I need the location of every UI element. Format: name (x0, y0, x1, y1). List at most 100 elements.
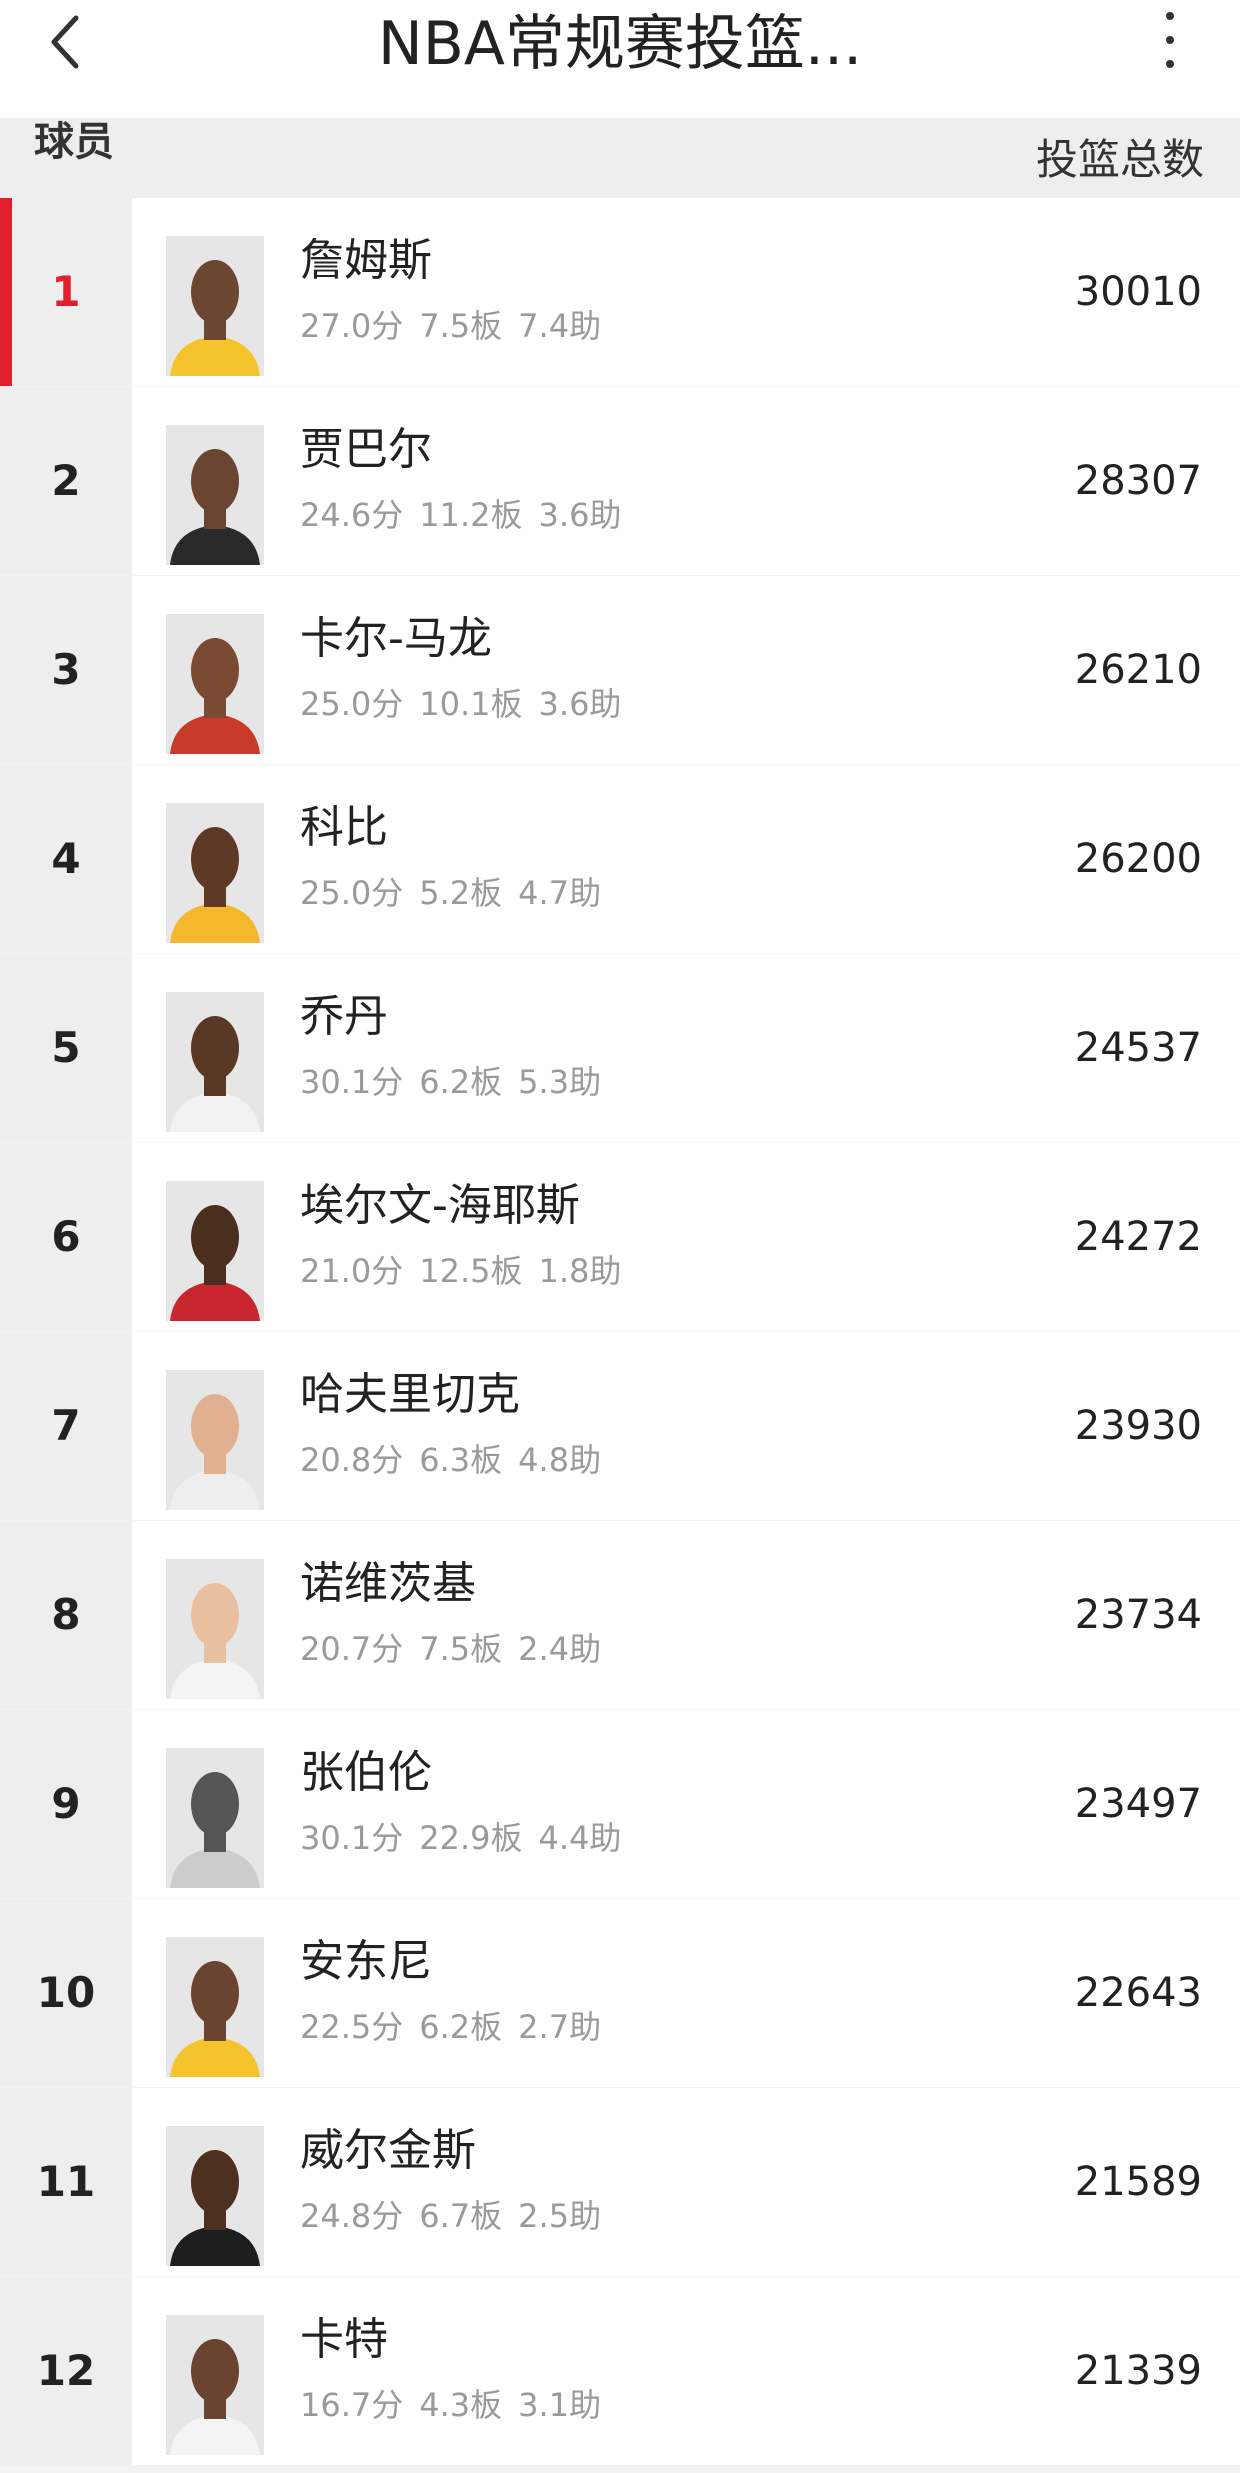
shot-total: 26200 (1074, 836, 1202, 882)
more-vertical-icon[interactable] (1150, 8, 1190, 80)
rebounds-stat: 6.2板 (419, 2008, 503, 2046)
list-header: 球员 投篮总数 (0, 118, 1240, 198)
player-name: 贾巴尔 (300, 424, 432, 475)
player-card[interactable]: 科比 25.0分 5.2板 4.7助 26200 (132, 765, 1240, 953)
player-row[interactable]: 3 卡尔-马龙 25.0分 10.1板 3.6助 26210 (0, 576, 1240, 766)
player-name: 张伯伦 (300, 1747, 432, 1798)
player-row[interactable]: 11 威尔金斯 24.8分 6.7板 2.5助 21589 (0, 2088, 1240, 2278)
points-stat: 27.0分 (300, 307, 404, 345)
player-name: 乔丹 (300, 991, 388, 1042)
assists-stat: 4.8助 (518, 1441, 602, 1479)
player-card[interactable]: 威尔金斯 24.8分 6.7板 2.5助 21589 (132, 2088, 1240, 2276)
assists-stat: 3.6助 (538, 685, 622, 723)
rank-number: 4 (51, 834, 81, 883)
player-row[interactable]: 1 詹姆斯 27.0分 7.5板 7.4助 30010 (0, 198, 1240, 388)
points-stat: 30.1分 (300, 1063, 404, 1101)
player-card[interactable]: 詹姆斯 27.0分 7.5板 7.4助 30010 (132, 198, 1240, 386)
page-title: NBA常规赛投篮... (377, 9, 863, 79)
player-row[interactable]: 12 卡特 16.7分 4.3板 3.1助 21339 (0, 2277, 1240, 2467)
player-stats: 30.1分 6.2板 5.3助 (300, 1062, 617, 1102)
rank-cell: 3 (0, 576, 132, 764)
rank-cell: 4 (0, 765, 132, 953)
player-column-header: 球员 (34, 119, 114, 165)
player-row[interactable]: 7 哈夫里切克 20.8分 6.3板 4.8助 23930 (0, 1332, 1240, 1522)
points-stat: 22.5分 (300, 2008, 404, 2046)
player-row[interactable]: 9 张伯伦 30.1分 22.9板 4.4助 23497 (0, 1710, 1240, 1900)
shot-total: 22643 (1074, 1970, 1202, 2016)
player-avatar[interactable] (166, 1937, 264, 2077)
rank-number: 7 (51, 1401, 81, 1450)
player-row[interactable]: 5 乔丹 30.1分 6.2板 5.3助 24537 (0, 954, 1240, 1144)
player-name: 卡特 (300, 2314, 388, 2365)
rebounds-stat: 6.7板 (419, 2197, 503, 2235)
rebounds-stat: 6.2板 (419, 1063, 503, 1101)
rank-number: 10 (36, 1968, 96, 2017)
rebounds-stat: 6.3板 (419, 1441, 503, 1479)
shot-total: 21339 (1074, 2348, 1202, 2394)
points-stat: 24.8分 (300, 2197, 404, 2235)
player-stats: 30.1分 22.9板 4.4助 (300, 1818, 637, 1858)
assists-stat: 2.4助 (518, 1630, 602, 1668)
player-card[interactable]: 卡特 16.7分 4.3板 3.1助 21339 (132, 2277, 1240, 2465)
player-avatar[interactable] (166, 2315, 264, 2455)
player-card[interactable]: 卡尔-马龙 25.0分 10.1板 3.6助 26210 (132, 576, 1240, 764)
player-avatar[interactable] (166, 803, 264, 943)
player-avatar[interactable] (166, 1559, 264, 1699)
player-avatar[interactable] (166, 425, 264, 565)
total-column-header[interactable]: 投篮总数 (1036, 130, 1204, 190)
points-stat: 21.0分 (300, 1252, 404, 1290)
player-avatar[interactable] (166, 992, 264, 1132)
player-card[interactable]: 安东尼 22.5分 6.2板 2.7助 22643 (132, 1899, 1240, 2087)
player-name: 詹姆斯 (300, 235, 432, 286)
player-card[interactable]: 哈夫里切克 20.8分 6.3板 4.8助 23930 (132, 1332, 1240, 1520)
rebounds-stat: 7.5板 (419, 307, 503, 345)
shot-total: 24537 (1074, 1025, 1202, 1071)
assists-stat: 3.1助 (518, 2386, 602, 2424)
player-name: 哈夫里切克 (300, 1369, 520, 1420)
rebounds-stat: 5.2板 (419, 874, 503, 912)
rank-number: 5 (51, 1023, 81, 1072)
player-stats: 21.0分 12.5板 1.8助 (300, 1251, 637, 1291)
player-stats: 24.6分 11.2板 3.6助 (300, 495, 637, 535)
assists-stat: 3.6助 (538, 496, 622, 534)
rebounds-stat: 22.9板 (419, 1819, 523, 1857)
player-avatar[interactable] (166, 1748, 264, 1888)
player-stats: 24.8分 6.7板 2.5助 (300, 2196, 617, 2236)
rank-cell: 9 (0, 1710, 132, 1898)
player-stats: 25.0分 5.2板 4.7助 (300, 873, 617, 913)
player-card[interactable]: 贾巴尔 24.6分 11.2板 3.6助 28307 (132, 387, 1240, 575)
player-avatar[interactable] (166, 2126, 264, 2266)
points-stat: 30.1分 (300, 1819, 404, 1857)
player-stats: 27.0分 7.5板 7.4助 (300, 306, 617, 346)
player-row[interactable]: 2 贾巴尔 24.6分 11.2板 3.6助 28307 (0, 387, 1240, 577)
player-avatar[interactable] (166, 1181, 264, 1321)
shot-total: 28307 (1074, 458, 1202, 504)
player-row[interactable]: 6 埃尔文-海耶斯 21.0分 12.5板 1.8助 24272 (0, 1143, 1240, 1333)
points-stat: 20.8分 (300, 1441, 404, 1479)
player-stats: 25.0分 10.1板 3.6助 (300, 684, 637, 724)
assists-stat: 2.5助 (518, 2197, 602, 2235)
assists-stat: 4.4助 (538, 1819, 622, 1857)
player-row[interactable]: 8 诺维茨基 20.7分 7.5板 2.4助 23734 (0, 1521, 1240, 1711)
player-avatar[interactable] (166, 236, 264, 376)
rebounds-stat: 12.5板 (419, 1252, 523, 1290)
rank-number: 9 (51, 1779, 81, 1828)
shot-total: 23734 (1074, 1592, 1202, 1638)
points-stat: 25.0分 (300, 685, 404, 723)
rank-number: 3 (51, 645, 81, 694)
rank-number: 11 (36, 2157, 96, 2206)
player-row[interactable]: 4 科比 25.0分 5.2板 4.7助 26200 (0, 765, 1240, 955)
player-avatar[interactable] (166, 614, 264, 754)
assists-stat: 5.3助 (518, 1063, 602, 1101)
assists-stat: 2.7助 (518, 2008, 602, 2046)
player-card[interactable]: 张伯伦 30.1分 22.9板 4.4助 23497 (132, 1710, 1240, 1898)
player-card[interactable]: 埃尔文-海耶斯 21.0分 12.5板 1.8助 24272 (132, 1143, 1240, 1331)
shot-total: 21589 (1074, 2159, 1202, 2205)
shot-total: 26210 (1074, 647, 1202, 693)
player-stats: 20.8分 6.3板 4.8助 (300, 1440, 617, 1480)
rank-cell: 8 (0, 1521, 132, 1709)
player-row[interactable]: 10 安东尼 22.5分 6.2板 2.7助 22643 (0, 1899, 1240, 2089)
player-card[interactable]: 乔丹 30.1分 6.2板 5.3助 24537 (132, 954, 1240, 1142)
player-card[interactable]: 诺维茨基 20.7分 7.5板 2.4助 23734 (132, 1521, 1240, 1709)
player-avatar[interactable] (166, 1370, 264, 1510)
